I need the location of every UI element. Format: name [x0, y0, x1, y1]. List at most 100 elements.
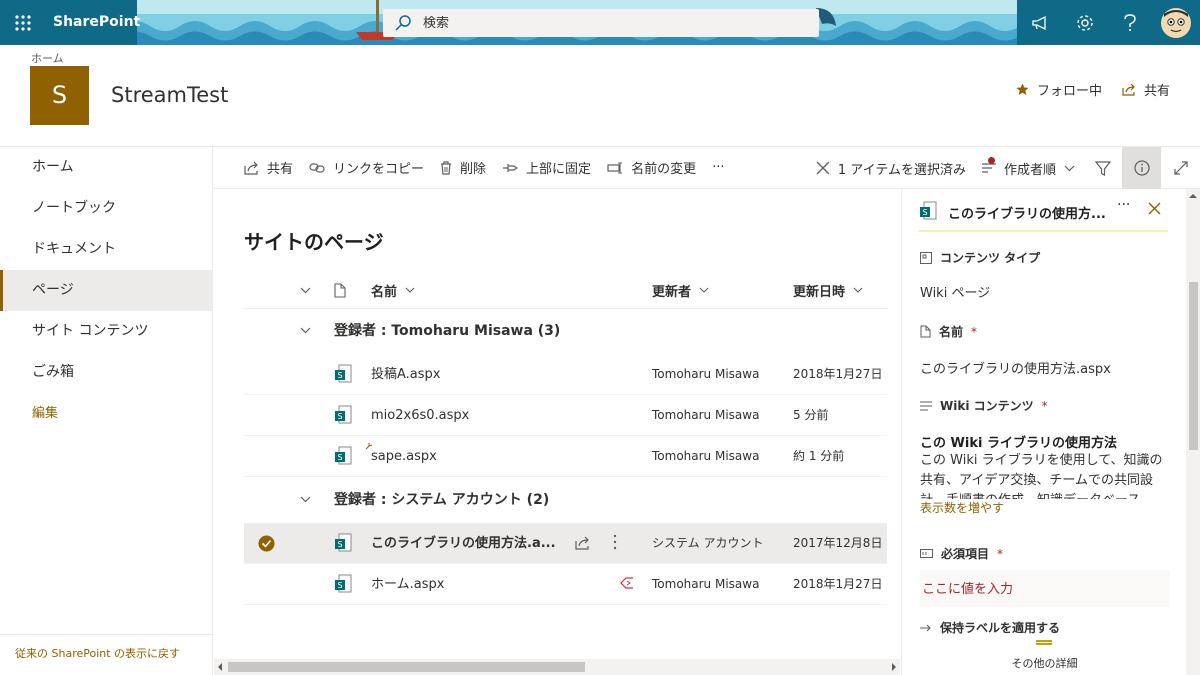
account-button[interactable]: [1152, 0, 1200, 45]
page-title: サイトのページ: [244, 230, 384, 254]
wiki-content-label: Wiki コンテンツ: [940, 399, 1034, 413]
sitepage-file-icon: S: [335, 446, 352, 465]
filter-button[interactable]: [1083, 147, 1122, 189]
close-icon: [816, 161, 830, 175]
site-title[interactable]: StreamTest: [111, 83, 228, 107]
pin-top-command[interactable]: 上部に固定: [494, 147, 599, 189]
nav-item-pages[interactable]: ページ: [0, 270, 212, 311]
file-name-link[interactable]: 投稿A.aspx: [371, 354, 440, 395]
wiki-content-heading[interactable]: この Wiki ライブラリの使用方法: [920, 432, 1170, 451]
vertical-scrollbar[interactable]: [1186, 189, 1200, 675]
nav-item-notebook[interactable]: ノートブック: [0, 188, 212, 229]
more-details-handle-icon[interactable]: [1036, 640, 1052, 645]
nav-item-recycle-bin[interactable]: ごみ箱: [0, 352, 212, 393]
table-row[interactable]: S mio2x6s0.aspx Tomoharu Misawa 5 分前: [244, 395, 887, 436]
group-header[interactable]: 登録者 : システム アカウント (2): [244, 478, 887, 520]
retention-label[interactable]: 保持ラベルを適用する: [940, 619, 1060, 636]
scroll-right-icon[interactable]: [890, 659, 898, 675]
arrow-right-icon: [920, 624, 931, 631]
clear-selection-button[interactable]: 1 アイテムを選択済み: [808, 147, 974, 189]
svg-text:S: S: [337, 581, 342, 590]
chevron-down-icon[interactable]: [300, 496, 311, 503]
file-name-link[interactable]: mio2x6s0.aspx: [371, 395, 469, 436]
trash-icon: [441, 160, 452, 175]
site-logo[interactable]: S: [30, 66, 89, 125]
sort-view-button[interactable]: 作成者順: [974, 147, 1083, 189]
vertical-scroll-thumb[interactable]: [1189, 282, 1198, 450]
rename-command[interactable]: 名前の変更: [599, 147, 704, 189]
editor-cell[interactable]: Tomoharu Misawa: [652, 354, 759, 395]
editor-cell[interactable]: Tomoharu Misawa: [652, 564, 759, 605]
file-type-column-header[interactable]: [334, 271, 346, 309]
required-field: 必須項目 * ここに値を入力: [920, 545, 1170, 607]
close-icon[interactable]: [1148, 202, 1161, 215]
name-field: 名前 * このライブラリの使用方法.aspx: [920, 323, 1170, 378]
horizontal-scrollbar[interactable]: [214, 659, 900, 675]
site-share-button[interactable]: 共有: [1122, 80, 1170, 99]
copy-link-command[interactable]: リンクをコピー: [301, 147, 432, 189]
show-more-link[interactable]: 表示数を増やす: [920, 499, 1170, 516]
details-more-button[interactable]: ···: [1117, 197, 1130, 213]
search-box[interactable]: [383, 9, 819, 37]
sort-lines-icon: [981, 163, 996, 173]
editor-column-label: 更新者: [652, 284, 692, 300]
wiki-content-body[interactable]: この Wiki ライブラリを使用して、知識の共有、アイデア交換、チームでの共同設…: [920, 451, 1170, 499]
modified-column-header[interactable]: 更新日時: [793, 271, 863, 309]
share-command[interactable]: 共有: [236, 147, 301, 189]
horizontal-scroll-thumb[interactable]: [228, 662, 585, 672]
search-input[interactable]: [423, 15, 783, 31]
more-vertical-icon[interactable]: [613, 534, 617, 550]
chevron-down-icon: [853, 287, 863, 293]
editor-cell[interactable]: Tomoharu Misawa: [652, 395, 759, 436]
nav-item-home[interactable]: ホーム: [0, 147, 212, 188]
table-row[interactable]: S 投稿A.aspx Tomoharu Misawa 2018年1月27日: [244, 354, 887, 395]
more-details-link[interactable]: その他の詳細: [902, 655, 1186, 671]
table-row[interactable]: S ホーム.aspx Tomoharu Misawa 2018年1月27日: [244, 564, 887, 605]
nav-edit-link[interactable]: 編集: [0, 393, 212, 434]
home-breadcrumb-link[interactable]: ホーム: [31, 50, 64, 66]
sort-view-label: 作成者順: [1003, 162, 1056, 178]
file-name-link[interactable]: ホーム.aspx: [371, 564, 444, 605]
settings-button[interactable]: [1062, 0, 1107, 45]
table-row[interactable]: S sape.aspx Tomoharu Misawa 約 1 分前: [244, 436, 887, 477]
table-row-selected[interactable]: S このライブラリの使用方法.a... システム アカウント 2017年12月8…: [244, 523, 887, 564]
chevron-down-icon[interactable]: [300, 327, 311, 334]
group-header[interactable]: 登録者 : Tomoharu Misawa (3): [244, 309, 887, 351]
details-pane-toggle[interactable]: [1122, 147, 1161, 189]
name-field-value[interactable]: このライブラリの使用方法.aspx: [920, 358, 1170, 377]
site-share-label: 共有: [1143, 84, 1170, 99]
editor-cell[interactable]: Tomoharu Misawa: [652, 436, 759, 477]
more-commands-button[interactable]: ···: [704, 147, 732, 189]
info-icon: [1133, 160, 1150, 176]
search-icon: [383, 15, 423, 31]
required-field-input[interactable]: ここに値を入力: [920, 570, 1170, 607]
fullscreen-button[interactable]: [1161, 147, 1200, 189]
retention-label-field: 保持ラベルを適用する: [920, 619, 1170, 636]
modified-cell: 約 1 分前: [793, 449, 845, 463]
nav-item-site-contents[interactable]: サイト コンテンツ: [0, 311, 212, 352]
scroll-up-icon[interactable]: [1186, 191, 1200, 201]
name-column-header[interactable]: 名前: [371, 271, 415, 309]
file-name-link[interactable]: sape.aspx: [371, 436, 437, 477]
editor-cell[interactable]: システム アカウント: [652, 523, 763, 564]
follow-button[interactable]: フォロー中: [1016, 80, 1102, 99]
delete-command[interactable]: 削除: [432, 147, 494, 189]
unsaved-view-indicator: [987, 157, 995, 164]
help-button[interactable]: [1107, 0, 1152, 45]
nav-item-documents[interactable]: ドキュメント: [0, 229, 212, 270]
chevron-down-icon: [699, 287, 709, 293]
scroll-left-icon[interactable]: [216, 659, 224, 675]
megaphone-button[interactable]: [1017, 0, 1062, 45]
collapse-all-groups-button[interactable]: [300, 271, 311, 309]
file-name-link[interactable]: このライブラリの使用方法.a...: [371, 523, 556, 564]
content-type-field: コンテンツ タイプ Wiki ページ: [920, 249, 1170, 301]
checkmark-circle-icon[interactable]: [258, 535, 275, 552]
sitepage-file-icon: S: [335, 574, 352, 593]
required-asterisk: *: [1041, 398, 1048, 413]
sharepoint-brand-link[interactable]: SharePoint: [45, 0, 140, 45]
classic-view-link[interactable]: 従来の SharePoint の表示に戻す: [0, 634, 212, 675]
content-type-value[interactable]: Wiki ページ: [920, 282, 1170, 301]
editor-column-header[interactable]: 更新者: [652, 271, 709, 309]
app-launcher-button[interactable]: [0, 0, 45, 45]
share-icon[interactable]: [575, 536, 590, 550]
